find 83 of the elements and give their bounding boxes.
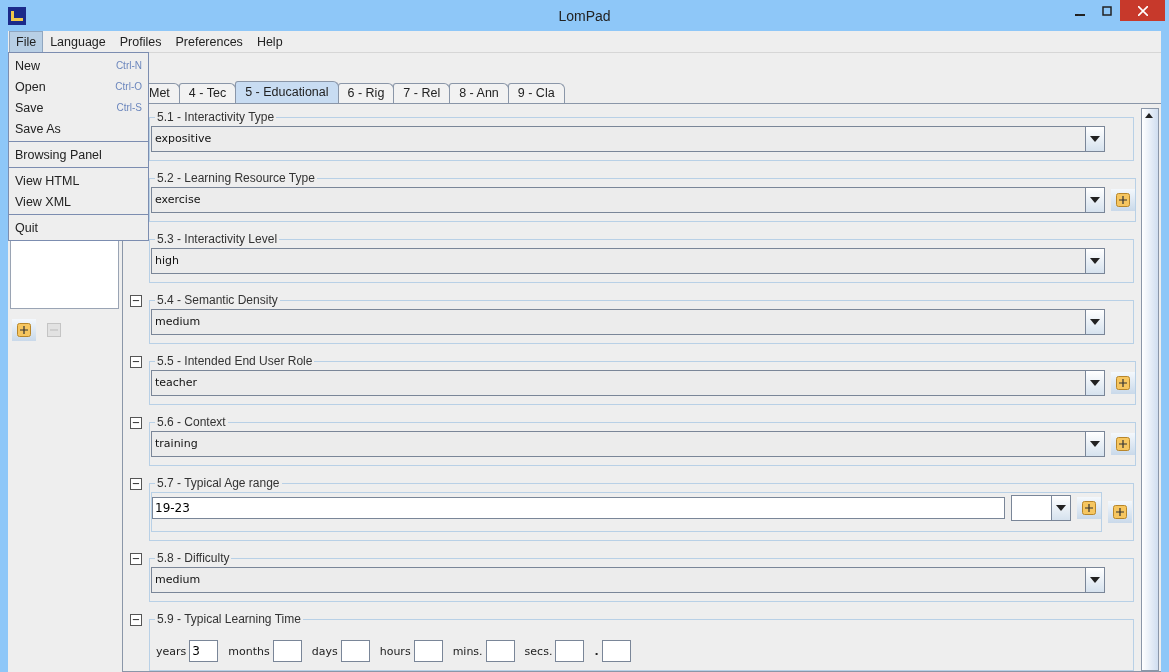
section-title: 5.3 - Interactivity Level [156,232,279,246]
dropdown-arrow-icon [1090,136,1100,142]
section-title: 5.9 - Typical Learning Time [156,612,302,626]
number-field[interactable] [555,640,585,662]
field-label: years [156,644,187,658]
menu-item[interactable]: New Ctrl-N [9,55,148,76]
menu-item[interactable]: View XML [9,191,148,212]
window-title: LomPad [558,7,611,24]
tab[interactable]: 9 - Cla [507,83,565,103]
menu-item[interactable]: Save As [9,118,148,139]
add-button[interactable] [12,319,36,341]
collapse-button[interactable]: − [130,417,142,429]
menu-title[interactable]: Language [43,31,113,52]
text-field[interactable]: 19-23 [152,497,1005,519]
section-title: 5.7 - Typical Age range [156,476,281,490]
dropdown-arrow-icon [1056,505,1066,511]
menu-item[interactable]: Browsing Panel [9,144,148,165]
tab[interactable]: 6 - Rig [337,83,395,103]
vertical-scrollbar[interactable] [1141,108,1159,671]
tab[interactable]: 4 - Tec [178,83,237,103]
plus-icon [1082,501,1096,515]
section-title: 5.8 - Difficulty [156,551,231,565]
field-label: hours [379,644,411,658]
number-field[interactable] [272,640,302,662]
menu-item[interactable]: View HTML [9,170,148,191]
plus-icon [1116,437,1130,451]
tab[interactable]: 7 - Rel [393,83,451,103]
dropdown[interactable]: exercise [151,187,1105,213]
add-button[interactable] [1108,501,1132,523]
number-field[interactable] [413,640,443,662]
dropdown[interactable]: training [151,431,1105,457]
app-logo-icon [8,6,26,25]
dropdown-arrow-icon [1090,319,1100,325]
plus-icon [1113,505,1127,519]
field-label: mins. [452,644,483,658]
plus-icon [1116,376,1130,390]
dropdown-arrow-icon [1090,258,1100,264]
collapse-button[interactable]: − [130,553,142,565]
field-label: secs. [524,644,553,658]
dropdown-arrow-icon [1090,380,1100,386]
dropdown-arrow-icon [1090,577,1100,583]
minus-icon [47,323,61,337]
minimize-icon [1075,13,1085,16]
add-button[interactable] [1111,189,1135,211]
collapse-button[interactable]: − [130,478,142,490]
number-field[interactable]: 3 [189,640,219,662]
field-label: months [228,644,270,658]
tab[interactable]: 8 - Ann [449,83,509,103]
menu-title[interactable]: File [9,31,44,52]
dropdown[interactable] [1011,495,1071,521]
add-button[interactable] [1077,497,1101,519]
dropdown[interactable]: medium [151,567,1105,593]
add-button[interactable] [1111,372,1135,394]
close-icon [1137,5,1148,16]
maximize-icon [1101,5,1112,16]
dropdown[interactable]: high [151,248,1105,274]
menu-title[interactable]: Profiles [112,31,169,52]
plus-icon [1116,193,1130,207]
section-title: 5.1 - Interactivity Type [156,110,276,124]
dropdown-arrow-icon [1090,197,1100,203]
collapse-button[interactable]: − [130,356,142,368]
dropdown[interactable]: medium [151,309,1105,335]
dropdown[interactable]: expositive [151,126,1105,152]
number-field[interactable] [340,640,370,662]
section-title: 5.6 - Context [156,415,227,429]
plus-icon [17,323,31,337]
section-title: 5.5 - Intended End User Role [156,354,314,368]
section-title: 5.2 - Learning Resource Type [156,171,316,185]
section-title: 5.4 - Semantic Density [156,293,279,307]
menu-item[interactable]: Quit [9,217,148,238]
menu-title[interactable]: Preferences [168,31,250,52]
menu-title[interactable]: Help [249,31,290,52]
add-button[interactable] [1111,433,1135,455]
field-label: . [594,644,599,658]
number-field[interactable] [485,640,515,662]
field-label: days [311,644,338,658]
dropdown[interactable]: teacher [151,370,1105,396]
collapse-button[interactable]: − [130,295,142,307]
number-field[interactable] [601,640,631,662]
tab[interactable]: 5 - Educational [235,81,339,103]
close-button[interactable] [1120,0,1165,21]
dropdown-arrow-icon [1090,441,1100,447]
collapse-button[interactable]: − [130,614,142,626]
